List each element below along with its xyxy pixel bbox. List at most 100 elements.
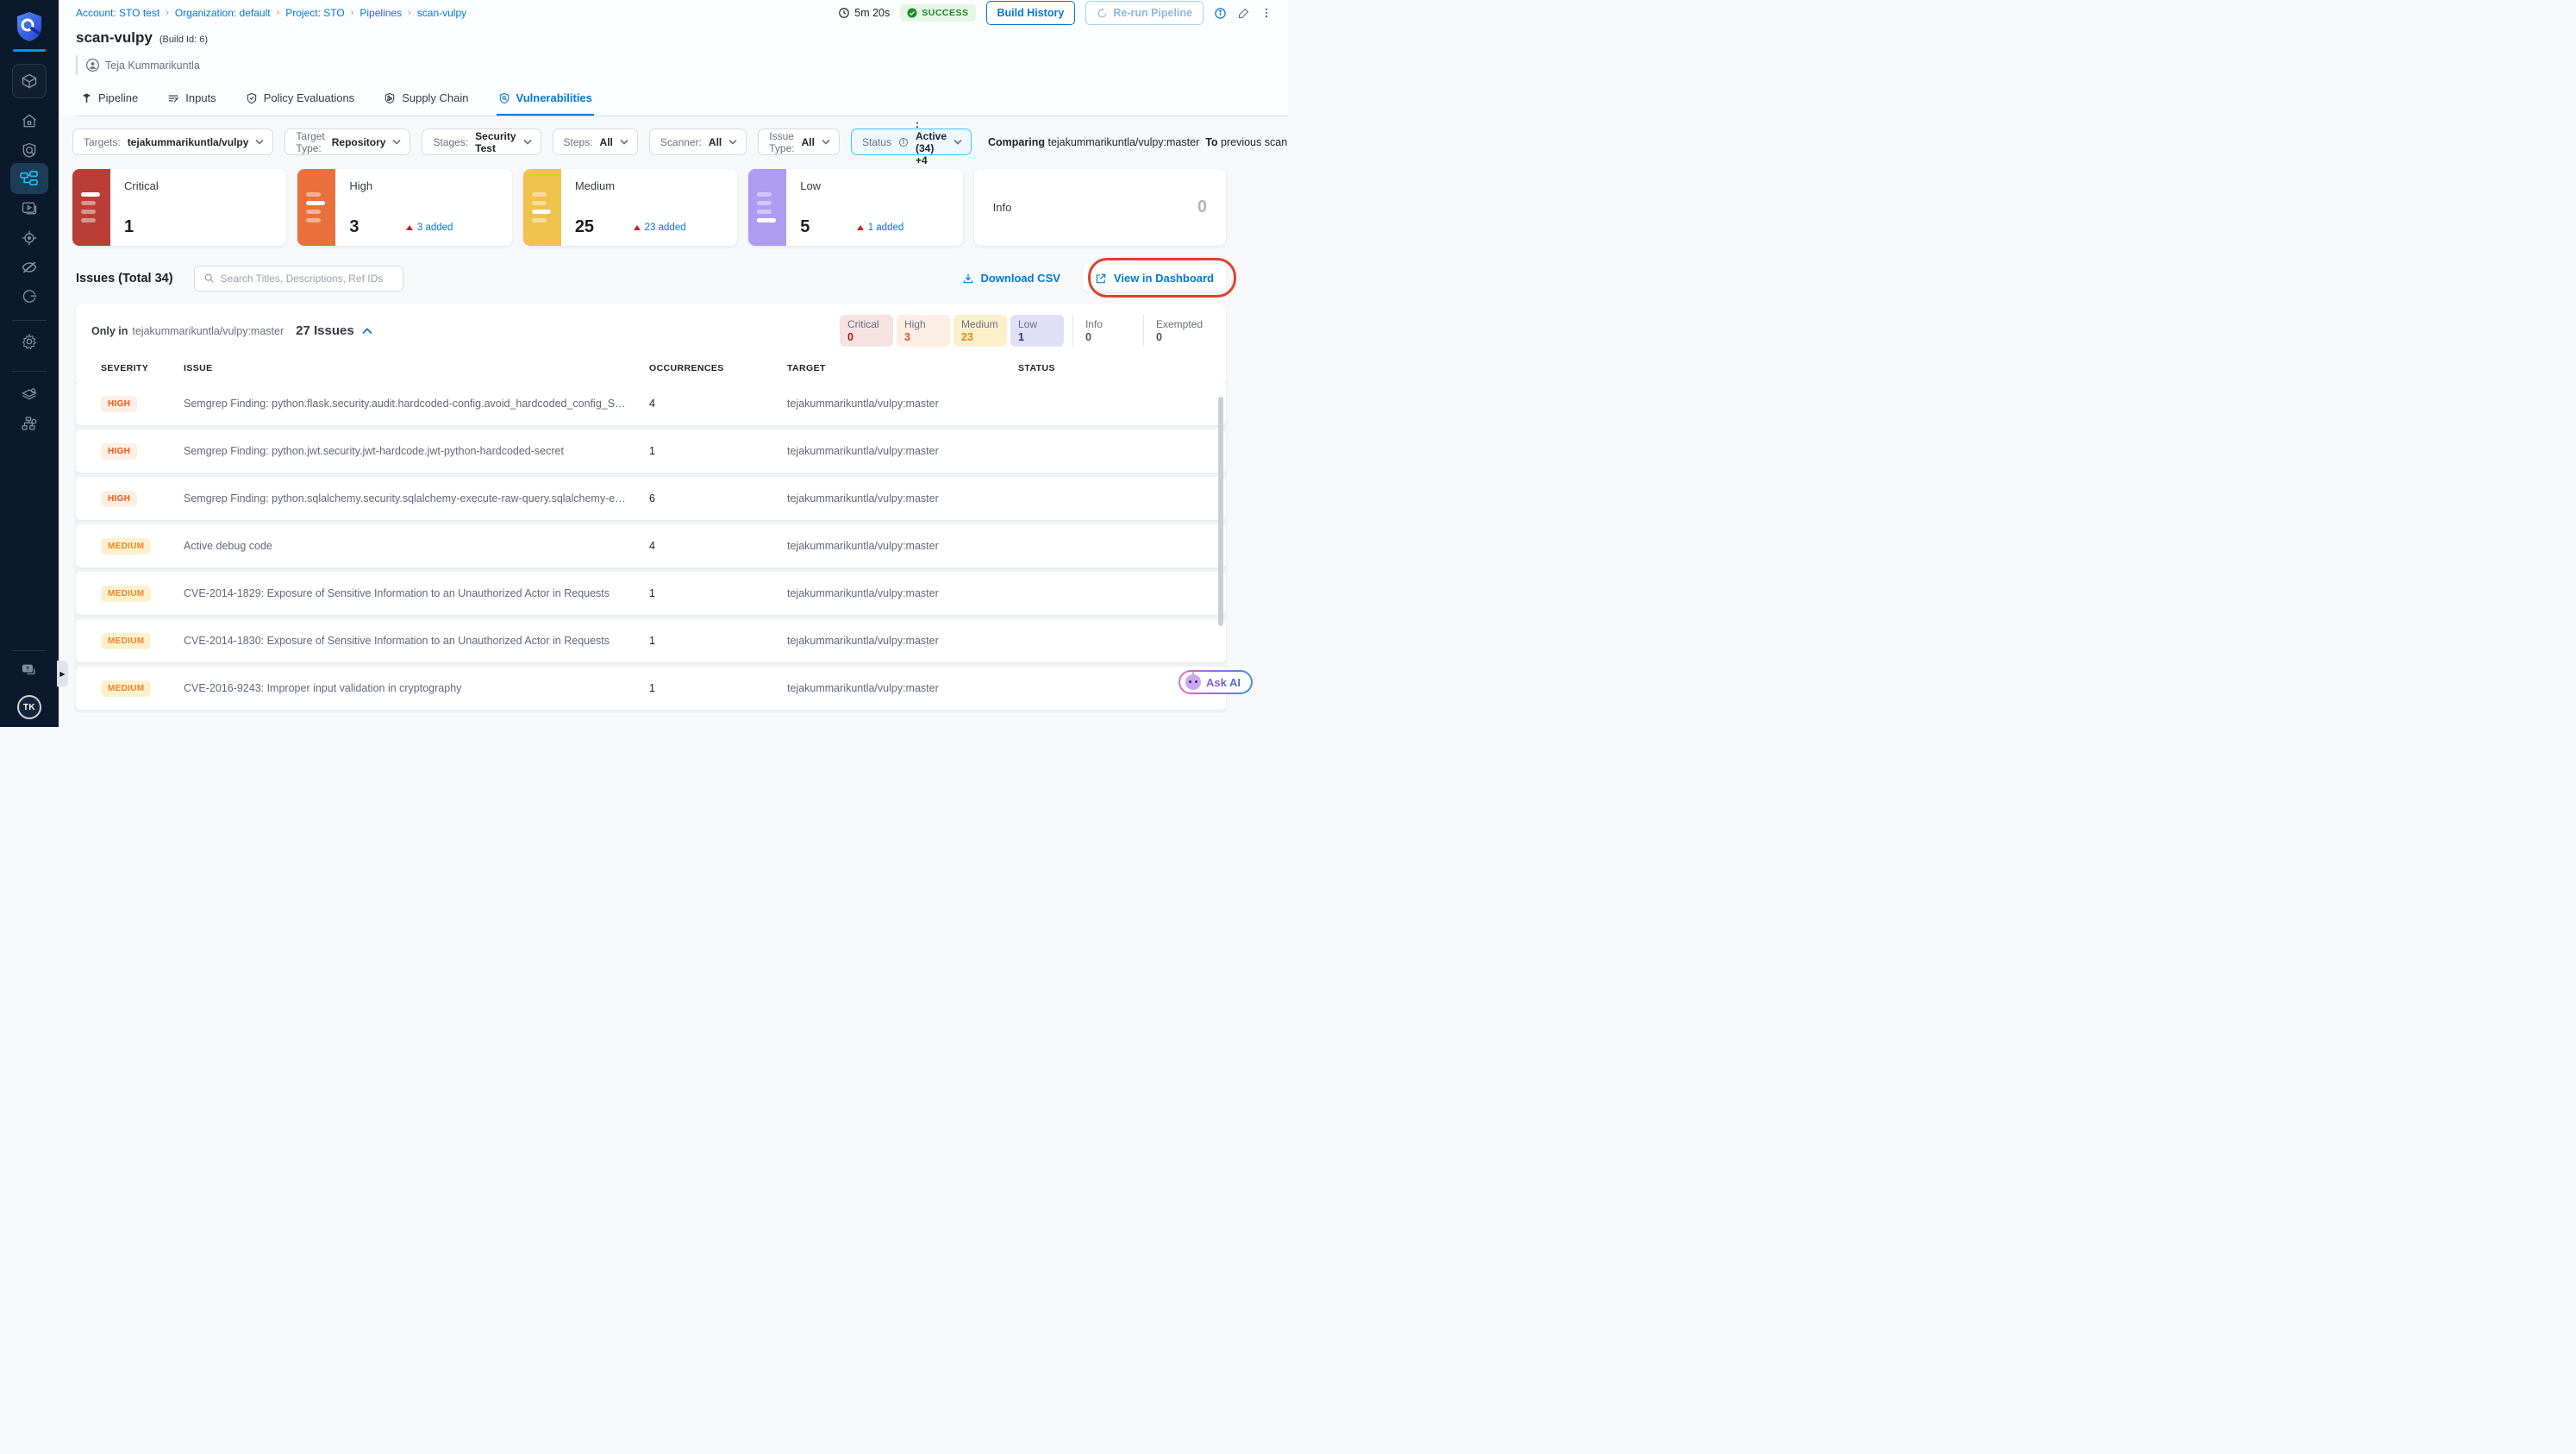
vertical-scrollbar[interactable] [1218,397,1223,626]
low-card[interactable]: Low 5 1 added [748,169,963,246]
group-target: tejakummarikuntla/vulpy:master [132,324,284,337]
active-module-indicator [13,49,46,52]
tab-pipeline[interactable]: Pipeline [79,84,140,116]
sidebar-item-exemptions-icon[interactable] [0,259,59,276]
issues-search[interactable] [193,265,403,291]
comparing-label: Comparing tejakummarikuntla/vulpy:master… [988,135,1288,148]
tab-inputs[interactable]: Inputs [166,84,217,116]
issue-row[interactable]: MEDIUM Active debug code 4 tejakummariku… [76,524,1226,567]
severity-badge: MEDIUM [101,680,152,697]
added-count: 1 added [856,222,903,233]
issue-row[interactable]: MEDIUM CVE-2014-1829: Exposure of Sensit… [76,572,1226,615]
issues-panel: Only in tejakummarikuntla/vulpy:master 2… [76,304,1226,711]
issues-toolbar: Issues (Total 34) Download CSV View in D… [76,258,1236,298]
tab-policy-evaluations[interactable]: Policy Evaluations [244,84,357,116]
triangle-up-icon [856,224,864,230]
filter-target-type[interactable]: Target Type: Repository [284,128,411,155]
critical-card[interactable]: Critical 1 [72,169,287,246]
issues-group-header[interactable]: Only in tejakummarikuntla/vulpy:master 2… [76,304,1226,356]
edit-pencil-icon[interactable] [1237,7,1250,20]
filter-targets[interactable]: Targets: tejakummarikuntla/vulpy [72,128,274,155]
rerun-pipeline-button[interactable]: Re-run Pipeline [1085,1,1204,25]
svg-text:?: ? [26,667,29,673]
summary-low: Low 1 [1010,315,1064,347]
triggered-by-user: Teja Kummarikuntla [76,55,1288,75]
help-chat-icon[interactable]: ? [0,662,59,680]
group-issue-count: 27 Issues [296,323,354,338]
refresh-icon [1097,8,1108,19]
more-options-kebab-icon[interactable] [1260,6,1272,20]
inputs-tab-icon [167,92,179,104]
filter-scanner[interactable]: Scanner: All [648,128,747,155]
triangle-up-icon [633,224,641,230]
issue-row[interactable]: MEDIUM CVE-2014-1830: Exposure of Sensit… [76,619,1226,662]
build-id-label: (Build Id: 6) [159,34,209,45]
sidebar-item-targets-icon[interactable] [0,229,59,247]
page-header: Account: STO test › Organization: default… [59,0,1288,116]
pipeline-tab-icon [81,92,92,104]
user-avatar[interactable]: TK [17,695,41,719]
search-icon [203,273,215,284]
info-card[interactable]: Info 0 [973,169,1227,246]
left-nav-sidebar: ? TK [0,0,59,727]
filter-bar: Targets: tejakummarikuntla/vulpy Target T… [72,118,1287,166]
chevron-up-icon[interactable] [362,327,372,335]
breadcrumb-pipelines[interactable]: Pipelines [360,7,402,19]
search-input[interactable] [220,272,394,285]
medium-card[interactable]: Medium 25 23 added [522,169,738,246]
sidebar-item-project-setup-icon[interactable] [0,386,59,404]
download-csv-button[interactable]: Download CSV [962,272,1060,285]
filter-issue-type[interactable]: Issue Type: All [758,128,840,155]
added-count: 3 added [405,222,453,233]
breadcrumb: Account: STO test › Organization: default… [76,7,466,19]
summary-high: High 3 [896,315,950,347]
sidebar-item-home-icon[interactable] [0,112,59,129]
issue-row[interactable]: HIGH Semgrep Finding: python.flask.secur… [76,382,1226,425]
ai-robot-icon [1185,672,1202,690]
breadcrumb-separator: › [276,8,280,18]
chevron-down-icon [822,139,830,145]
sidebar-item-scans-icon[interactable] [0,141,59,159]
sidebar-expand-handle[interactable]: ▶ [57,661,68,686]
tab-supply-chain[interactable]: Supply Chain [382,84,470,116]
issues-table-body: HIGH Semgrep Finding: python.flask.secur… [76,382,1226,711]
filter-stages[interactable]: Stages: Security Test [422,128,541,155]
tab-vulnerabilities[interactable]: Vulnerabilities [496,84,594,116]
clock-icon [838,7,850,19]
module-selector-cube-icon[interactable] [12,64,47,98]
sidebar-item-pipelines-icon[interactable] [10,163,48,194]
pipeline-tabs: Pipeline Inputs Policy Evaluations Suppl… [76,84,1288,116]
severity-bars-icon [748,169,787,246]
breadcrumb-current[interactable]: scan-vulpy [417,7,466,19]
issue-row[interactable]: HIGH Semgrep Finding: python.sqlalchemy.… [76,477,1226,520]
breadcrumb-account[interactable]: Account: STO test [76,7,159,19]
high-card[interactable]: High 3 3 added [297,169,512,246]
sidebar-item-get-started-icon[interactable] [0,288,59,305]
severity-badge: HIGH [101,491,138,507]
ask-ai-button[interactable]: Ask AI [1179,670,1253,694]
view-in-dashboard-button[interactable]: View in Dashboard [1082,265,1226,291]
added-count: 23 added [633,222,686,233]
sidebar-item-settings-gear-icon[interactable] [0,333,59,350]
build-history-button[interactable]: Build History [985,1,1076,25]
sidebar-divider [12,650,47,651]
chevron-down-icon [522,139,532,145]
issue-row[interactable]: MEDIUM CVE-2016-9243: Improper input val… [76,667,1226,710]
run-duration: 5m 20s [838,7,890,19]
breadcrumb-separator: › [408,8,411,18]
severity-bars-icon [297,169,336,246]
filter-steps[interactable]: Steps: All [552,128,638,155]
severity-badge: MEDIUM [101,586,152,602]
sto-logo-icon [0,10,59,43]
sidebar-item-executions-icon[interactable] [0,200,59,217]
summary-medium: Medium 23 [953,315,1007,347]
info-icon[interactable] [1214,7,1227,20]
filter-status[interactable]: Status : Active (34) +4 [850,118,972,166]
breadcrumb-org[interactable]: Organization: default [175,7,271,19]
severity-badge: HIGH [101,443,138,460]
breadcrumb-project[interactable]: Project: STO [285,7,344,19]
sidebar-item-account-setup-icon[interactable] [0,416,59,433]
group-severity-summary: Critical 0 High 3 Medium 23 Low 1 Info 0 Exem… [836,315,1210,347]
chevron-down-icon [392,139,402,145]
issue-row[interactable]: HIGH Semgrep Finding: python.jwt.securit… [76,429,1226,473]
